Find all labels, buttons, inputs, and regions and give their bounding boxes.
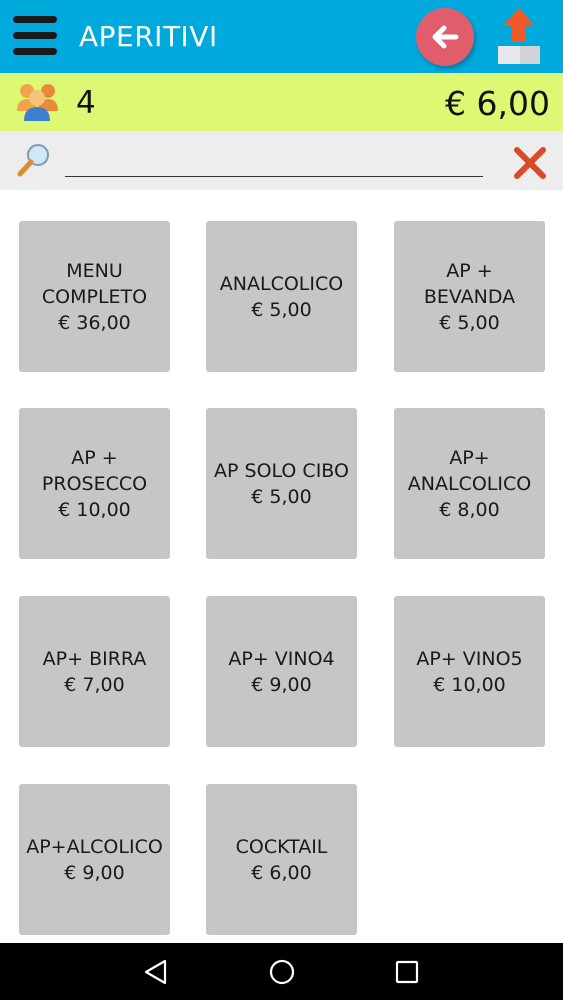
product-price: € 36,00 xyxy=(58,311,131,334)
square-recents-icon[interactable] xyxy=(392,957,422,987)
product-name: AP SOLO CIBO xyxy=(214,459,349,482)
product-name: AP + BEVANDA xyxy=(423,259,516,308)
back-button[interactable] xyxy=(416,8,474,66)
product-tile[interactable]: AP+ BIRRA € 7,00 xyxy=(19,596,170,747)
product-name: ANALCOLICO xyxy=(219,272,344,295)
product-name: AP+ ANALCOLICO xyxy=(407,446,532,495)
product-name: MENU COMPLETO xyxy=(41,259,148,308)
product-name: AP+ VINO4 xyxy=(228,647,335,670)
upload-icon xyxy=(498,8,540,64)
magnifier-icon[interactable] xyxy=(14,140,54,180)
product-tile[interactable]: AP + BEVANDA € 5,00 xyxy=(394,221,545,372)
guest-count: 4 xyxy=(76,85,96,121)
people-icon xyxy=(15,81,61,123)
system-navigation-bar xyxy=(0,943,563,1000)
product-name: AP+ BIRRA xyxy=(42,647,147,670)
product-tile[interactable]: AP + PROSECCO € 10,00 xyxy=(19,408,170,559)
circle-home-icon[interactable] xyxy=(267,957,297,987)
order-total: € 6,00 xyxy=(445,84,550,123)
product-price: € 6,00 xyxy=(251,861,312,884)
arrow-left-icon xyxy=(432,25,459,49)
product-tile[interactable]: ANALCOLICO € 5,00 xyxy=(206,221,357,372)
product-tile[interactable]: AP SOLO CIBO € 5,00 xyxy=(206,408,357,559)
product-name: AP+ALCOLICO xyxy=(26,835,163,858)
product-price: € 5,00 xyxy=(251,298,312,321)
product-price: € 10,00 xyxy=(58,498,131,521)
close-icon[interactable] xyxy=(512,145,548,181)
product-name: AP+ VINO5 xyxy=(416,647,523,670)
product-tile[interactable]: AP+ ANALCOLICO € 8,00 xyxy=(394,408,545,559)
product-tile[interactable]: AP+ VINO5 € 10,00 xyxy=(394,596,545,747)
product-price: € 9,00 xyxy=(251,673,312,696)
hamburger-menu-icon[interactable] xyxy=(13,16,57,56)
product-tile[interactable]: AP+ VINO4 € 9,00 xyxy=(206,596,357,747)
product-tile[interactable]: COCKTAIL € 6,00 xyxy=(206,784,357,935)
search-bar xyxy=(0,131,563,190)
upload-button[interactable] xyxy=(492,6,546,68)
page-title: APERITIVI xyxy=(79,20,218,53)
product-name: AP + PROSECCO xyxy=(41,446,148,495)
product-price: € 7,00 xyxy=(64,673,125,696)
product-price: € 8,00 xyxy=(439,498,500,521)
order-summary-bar: 4 € 6,00 xyxy=(0,73,563,131)
product-tile[interactable]: AP+ALCOLICO € 9,00 xyxy=(19,784,170,935)
product-grid: MENU COMPLETO € 36,00 ANALCOLICO € 5,00 … xyxy=(0,190,563,943)
product-price: € 9,00 xyxy=(64,861,125,884)
product-tile[interactable]: MENU COMPLETO € 36,00 xyxy=(19,221,170,372)
product-price: € 5,00 xyxy=(251,485,312,508)
product-name: COCKTAIL xyxy=(235,835,328,858)
product-price: € 10,00 xyxy=(433,673,506,696)
product-price: € 5,00 xyxy=(439,311,500,334)
top-app-bar: APERITIVI xyxy=(0,0,563,73)
triangle-back-icon[interactable] xyxy=(141,957,171,987)
search-input[interactable] xyxy=(65,141,483,177)
